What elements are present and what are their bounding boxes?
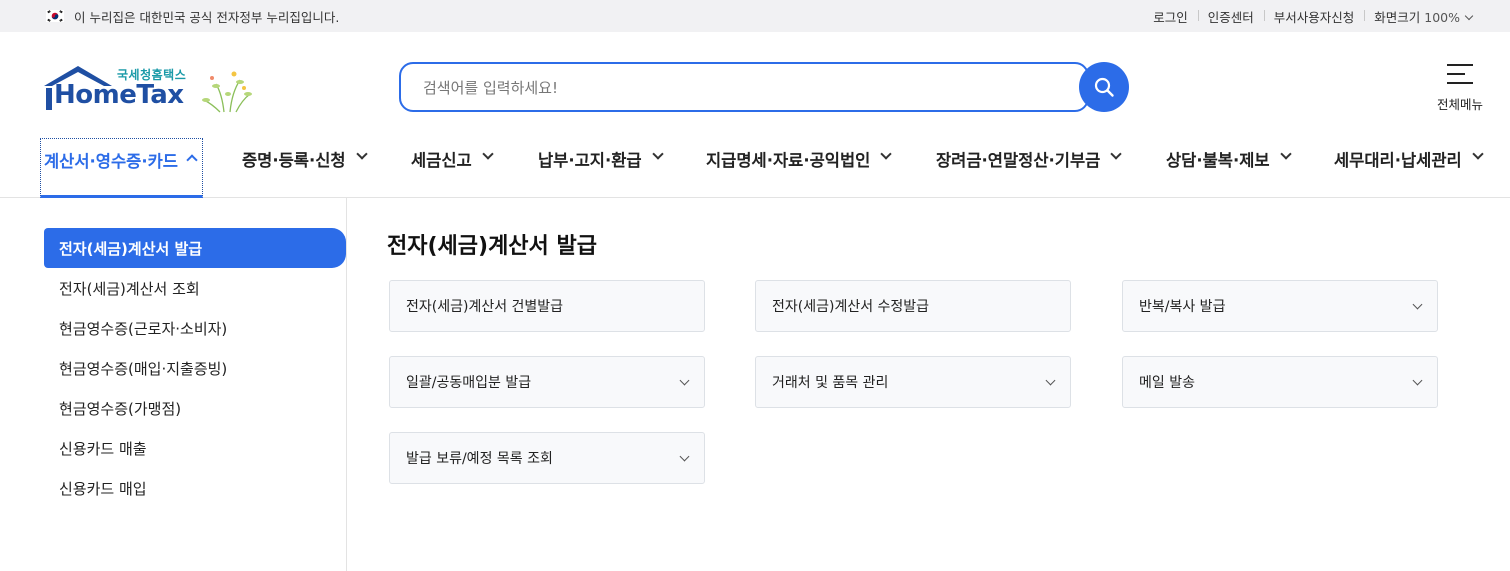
gnb-consult-appeal[interactable]: 상담·불복·제보 <box>1166 138 1292 198</box>
utility-links: 로그인 인증센터 부서사용자신청 화면크기 100% <box>1143 0 1482 32</box>
search-button[interactable] <box>1079 62 1129 112</box>
card-pending-list[interactable]: 발급 보류/예정 목록 조회 <box>389 432 705 484</box>
chevron-down-icon <box>679 375 690 386</box>
screen-size-label: 화면크기 <box>1374 9 1421 25</box>
card-label: 발급 보류/예정 목록 조회 <box>406 451 553 467</box>
sidebar-item-card-sales[interactable]: 신용카드 매출 <box>44 428 346 468</box>
sidebar: 전자(세금)계산서 발급 전자(세금)계산서 조회 현금영수증(근로자·소비자)… <box>0 198 347 571</box>
gnb-payment-statement[interactable]: 지급명세·자료·공익법인 <box>706 138 893 198</box>
sidebar-item-cash-receipt-purchase[interactable]: 현금영수증(매입·지출증빙) <box>44 348 346 388</box>
sidebar-item-card-purchase[interactable]: 신용카드 매입 <box>44 468 346 508</box>
main-navigation: 계산서·영수증·카드 증명·등록·신청 세금신고 납부·고지·환급 지급명세·자… <box>0 138 1510 198</box>
all-menu-button[interactable]: 전체메뉴 <box>1430 64 1490 114</box>
gov-notice-text: 이 누리집은 대한민국 공식 전자정부 누리집입니다. <box>74 9 340 25</box>
chevron-down-icon <box>1412 299 1423 310</box>
card-partner-item-management[interactable]: 거래처 및 품목 관리 <box>755 356 1071 408</box>
gnb-label: 지급명세·자료·공익법인 <box>706 151 871 170</box>
gnb-tax-filing[interactable]: 세금신고 <box>411 138 494 198</box>
sidebar-item-cash-receipt-consumer[interactable]: 현금영수증(근로자·소비자) <box>44 308 346 348</box>
logo-wordmark: HomeTax <box>54 80 184 110</box>
hometax-logo[interactable]: 국세청홈택스 HomeTax <box>44 64 259 118</box>
gnb-label: 증명·등록·신청 <box>242 151 346 170</box>
chevron-down-icon <box>880 148 893 160</box>
sidebar-item-e-invoice-inquiry[interactable]: 전자(세금)계산서 조회 <box>44 268 346 308</box>
chevron-down-icon <box>1472 148 1484 160</box>
search-input[interactable]: 검색어를 입력하세요! <box>399 62 1089 112</box>
card-label: 메일 발송 <box>1139 375 1195 391</box>
gnb-tax-agent[interactable]: 세무대리·납세관리 <box>1334 138 1484 198</box>
chevron-up-icon <box>186 154 198 166</box>
sidebar-item-e-invoice-issue[interactable]: 전자(세금)계산서 발급 <box>44 228 346 268</box>
card-bulk-joint-issue[interactable]: 일괄/공동매입분 발급 <box>389 356 705 408</box>
gnb-label: 상담·불복·제보 <box>1166 151 1270 170</box>
card-label: 일괄/공동매입분 발급 <box>406 375 532 391</box>
gnb-invoice-receipt-card[interactable]: 계산서·영수증·카드 <box>40 138 203 198</box>
gnb-incentive-yearend[interactable]: 장려금·연말정산·기부금 <box>936 138 1123 198</box>
card-repeat-copy-issue[interactable]: 반복/복사 발급 <box>1122 280 1438 332</box>
page-title: 전자(세금)계산서 발급 <box>387 234 597 259</box>
card-label: 반복/복사 발급 <box>1139 299 1226 315</box>
card-amend-issue[interactable]: 전자(세금)계산서 수정발급 <box>755 280 1071 332</box>
card-label: 전자(세금)계산서 수정발급 <box>772 299 930 315</box>
chevron-down-icon <box>679 451 690 462</box>
sidebar-item-cash-receipt-merchant[interactable]: 현금영수증(가맹점) <box>44 388 346 428</box>
card-individual-issue[interactable]: 전자(세금)계산서 건별발급 <box>389 280 705 332</box>
zoom-value: 100% <box>1424 9 1460 25</box>
search-placeholder: 검색어를 입력하세요! <box>423 78 558 97</box>
login-link[interactable]: 로그인 <box>1143 7 1198 26</box>
card-label: 전자(세금)계산서 건별발급 <box>406 299 564 315</box>
all-menu-label: 전체메뉴 <box>1436 97 1483 112</box>
search-icon <box>1094 77 1114 97</box>
hamburger-icon <box>1447 64 1473 84</box>
chevron-down-icon <box>355 148 368 160</box>
department-user-signup-link[interactable]: 부서사용자신청 <box>1263 7 1365 26</box>
chevron-down-icon <box>1464 11 1474 20</box>
gnb-label: 납부·고지·환급 <box>538 151 642 170</box>
gnb-certificate-registration[interactable]: 증명·등록·신청 <box>242 138 368 198</box>
card-label: 거래처 및 품목 관리 <box>772 375 889 391</box>
screen-size-control[interactable]: 화면크기 100% <box>1364 7 1482 26</box>
gnb-payment-refund[interactable]: 납부·고지·환급 <box>538 138 664 198</box>
gnb-label: 세무대리·납세관리 <box>1334 151 1462 170</box>
chevron-down-icon <box>482 148 494 160</box>
gnb-label: 계산서·영수증·카드 <box>44 152 178 171</box>
gnb-label: 장려금·연말정산·기부금 <box>936 151 1101 170</box>
chevron-down-icon <box>1279 148 1292 160</box>
card-mail-send[interactable]: 메일 발송 <box>1122 356 1438 408</box>
gnb-label: 세금신고 <box>411 151 472 170</box>
certificate-center-link[interactable]: 인증센터 <box>1197 7 1264 26</box>
chevron-down-icon <box>1045 375 1056 386</box>
chevron-down-icon <box>1412 375 1423 386</box>
chevron-down-icon <box>1110 148 1123 160</box>
korea-flag-icon <box>46 10 64 22</box>
chevron-down-icon <box>651 148 664 160</box>
